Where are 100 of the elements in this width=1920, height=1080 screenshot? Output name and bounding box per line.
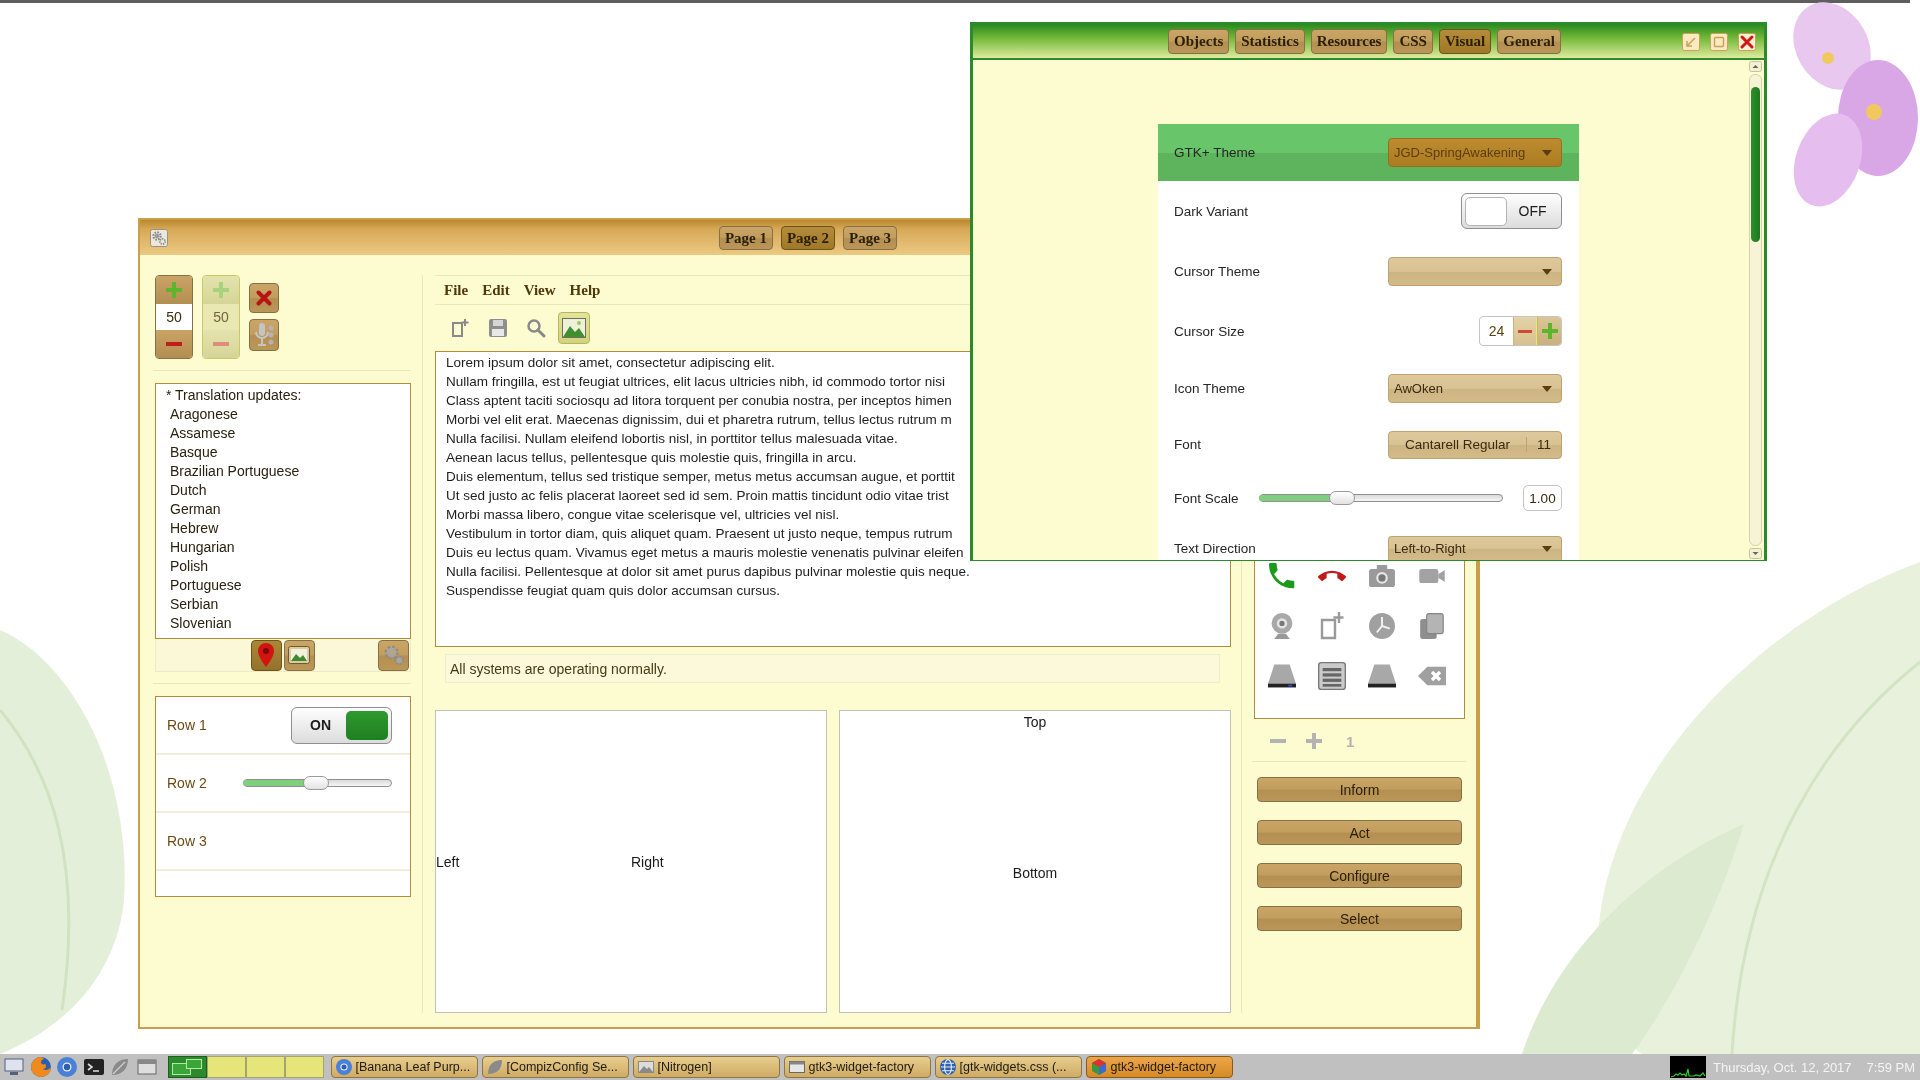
list-item[interactable]: Dutch [170,481,207,500]
leaf-icon[interactable] [110,1057,130,1077]
list-item[interactable]: German [170,500,221,519]
pin-button[interactable] [250,639,282,671]
slider-track[interactable] [1259,491,1503,505]
page-tab[interactable]: Page 3 [843,225,898,250]
inspector-tab[interactable]: Objects [1168,29,1230,54]
caret-down-icon [1542,149,1552,156]
inspector-tab[interactable]: CSS [1393,29,1433,54]
task-button[interactable]: [CompizConfig Se... [481,1056,629,1078]
drive-icon[interactable] [1268,664,1296,688]
phone-icon[interactable] [1269,563,1295,589]
scroll-up-icon[interactable] [1749,61,1762,72]
scroll-down-icon[interactable] [1749,548,1762,559]
slider-handle[interactable] [1328,491,1355,505]
font-button[interactable]: Cantarell Regular 11 [1388,430,1562,459]
setting-label: Text Direction [1174,541,1256,556]
slider-handle[interactable] [303,776,329,790]
list-item[interactable]: Slovenian [170,614,232,633]
window-icon[interactable] [136,1057,157,1077]
camera-icon[interactable] [1369,565,1395,587]
search-icon [526,318,546,338]
number-field[interactable]: 50 [156,304,192,330]
terminal-icon[interactable] [83,1057,104,1077]
task-button[interactable]: gtk3-widget-factory [783,1056,931,1078]
task-button[interactable]: [Banana Leaf Purp... [330,1056,478,1078]
backspace-icon[interactable] [1418,666,1446,686]
decrement-button[interactable] [156,330,192,358]
restore-icon[interactable] [1682,32,1700,51]
scrollbar[interactable] [1749,74,1762,546]
text-line: Suspendisse feugiat quam quis dolor accumsan cursus. [446,582,780,600]
inspector-tab[interactable]: Resources [1310,29,1388,54]
microphone-icon [254,323,274,347]
list-item[interactable]: Serbian [170,595,219,614]
pane-label: Right [631,853,664,870]
workspace-button[interactable] [167,1056,207,1078]
microphone-button[interactable] [249,319,279,351]
list-item[interactable]: Aragonese [170,405,238,424]
inspector-tab[interactable]: General [1497,29,1561,54]
decrement-button[interactable] [1513,317,1537,345]
menu-item[interactable]: Edit [482,281,510,299]
text-line: Ut sed justo ac felis placerat laoreet sed id sem. Proin mattis tincidunt odio vitae trist [446,487,949,505]
inspector-tab[interactable]: Visual [1438,29,1492,54]
image-button[interactable] [283,639,315,671]
delete-button[interactable] [249,283,279,313]
text-line: Nulla facilisi. Pellentesque at dolor sit amet purus dapibus pulvinar molestie quis neque. [446,563,970,581]
monitor-icon[interactable] [4,1057,24,1077]
task-button[interactable]: [gtk-widgets.css (... [934,1056,1082,1078]
hang-up-icon[interactable] [1318,570,1346,582]
inspector-tab[interactable]: Statistics [1235,29,1305,54]
row-label: Row 1 [167,717,207,733]
setting-label: Icon Theme [1174,381,1246,396]
dropdown[interactable]: AwOken [1388,374,1562,403]
menu-item[interactable]: Help [569,281,601,299]
list-item[interactable]: Hebrew [170,519,219,538]
settings-button[interactable] [378,639,409,671]
row-label: Row 3 [167,833,207,849]
list-item[interactable]: Hungarian [170,538,235,557]
close-icon[interactable] [1738,32,1756,51]
cube-icon [1090,1059,1107,1075]
ring-icon[interactable] [57,1057,77,1077]
toggle-switch[interactable]: OFF [1461,193,1562,229]
clock-icon[interactable] [1369,613,1395,639]
number-field[interactable]: 1.00 [1523,485,1562,511]
scrollbar-thumb[interactable] [1751,87,1760,242]
workspace-button[interactable] [206,1056,246,1078]
page-tab[interactable]: Page 2 [780,225,836,250]
maximize-icon[interactable] [1710,32,1728,51]
list-item[interactable]: Brazilian Portuguese [170,462,300,481]
menu-item[interactable]: File [444,281,469,299]
gear-icon[interactable] [150,228,168,247]
image-button[interactable] [558,312,590,344]
action-button[interactable]: Inform [1257,777,1462,802]
settings-row[interactable]: GTK+ Theme JGD-SpringAwakening [1158,124,1579,181]
task-button[interactable]: gtk3-widget-factory [1085,1056,1233,1078]
copy-icon[interactable] [1420,613,1444,639]
list-item[interactable]: Polish [170,557,209,576]
action-button[interactable]: Configure [1257,863,1462,888]
text-line: Class aptent taciti sociosqu ad litora torquent per conubia nostra, per inceptos himen [446,392,952,410]
page-tab[interactable]: Page 1 [718,225,773,250]
plus-icon [1541,323,1558,339]
dropdown[interactable]: Left-to-Right [1388,536,1562,560]
number-field[interactable]: 24 [1480,317,1513,345]
list-item[interactable]: Assamese [170,424,236,443]
task-button[interactable]: [Nitrogen] [632,1056,780,1078]
menu-item[interactable]: View [523,281,556,299]
action-button[interactable]: Act [1257,820,1462,845]
setting-label: GTK+ Theme [1174,145,1256,160]
globe-icon[interactable] [30,1057,51,1077]
list-item[interactable]: Portuguese [170,576,242,595]
new-document-icon[interactable] [1320,612,1344,640]
webcam-icon[interactable] [1271,613,1293,639]
list-item[interactable]: Basque [170,443,218,462]
video-camera-icon[interactable] [1419,569,1445,583]
drive-icon[interactable] [1368,664,1396,688]
slider-track[interactable] [243,776,392,790]
toggle-switch[interactable]: ON [291,706,392,744]
action-button[interactable]: Select [1257,906,1462,931]
ring-icon [335,1059,352,1075]
server-icon[interactable] [1318,662,1346,690]
